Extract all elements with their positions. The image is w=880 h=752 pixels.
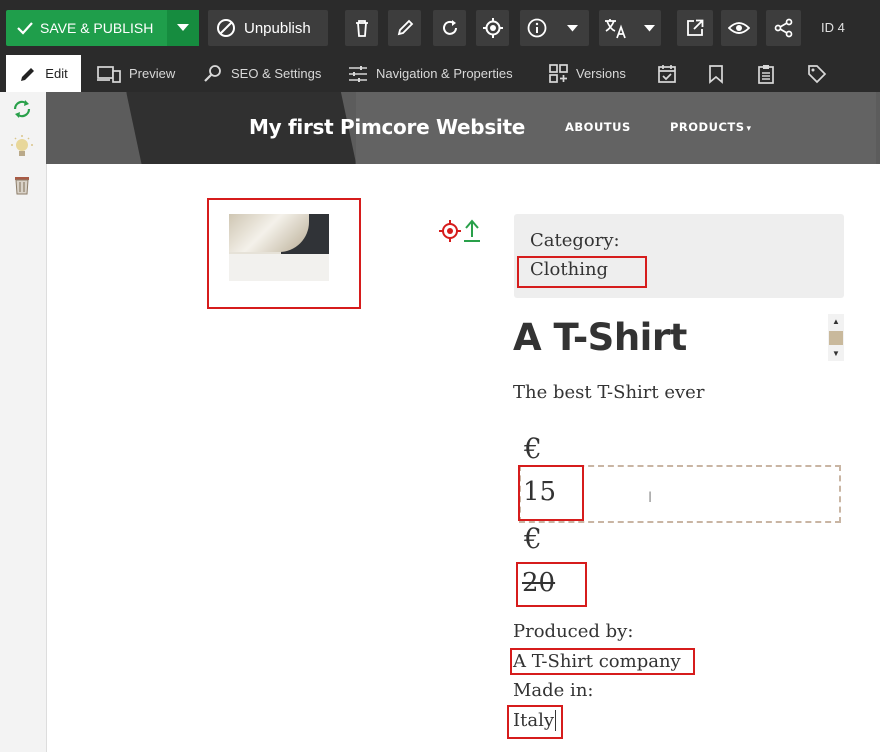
tab-schedule[interactable] — [657, 55, 685, 92]
nav-link-products-label: PRODUCTS — [670, 120, 745, 134]
category-label: Category: — [530, 230, 620, 251]
bookmark-icon — [709, 64, 723, 84]
preview-eye-icon — [728, 22, 750, 34]
save-publish-button[interactable]: SAVE & PUBLISH — [6, 10, 199, 46]
refresh-icon — [13, 100, 31, 118]
delete-button[interactable] — [345, 10, 378, 46]
nav-link-aboutus[interactable]: ABOUTUS — [565, 120, 631, 134]
preview-eye-button[interactable] — [721, 10, 757, 46]
category-value[interactable]: Clothing — [530, 259, 608, 280]
translate-icon — [605, 19, 626, 39]
made-in-label: Made in: — [513, 680, 594, 701]
scroll-up-arrow[interactable]: ▲ — [832, 317, 840, 326]
lightbulb-icon — [11, 135, 33, 156]
tab-versions-label: Versions — [576, 66, 626, 81]
tag-icon — [808, 64, 827, 83]
share-icon — [774, 18, 792, 38]
country-value[interactable]: Italy — [513, 710, 557, 731]
tab-bookmark[interactable] — [708, 55, 732, 92]
caret-down-icon — [177, 24, 189, 31]
target-icon — [482, 18, 503, 38]
info-icon — [527, 18, 547, 38]
text-cursor-icon: I — [648, 490, 653, 506]
target-button[interactable] — [476, 10, 509, 46]
reload-icon — [442, 20, 457, 35]
devices-icon — [97, 65, 121, 83]
hints-button[interactable] — [8, 133, 36, 161]
trash-icon — [15, 177, 29, 195]
site-header: My first Pimcore Website ABOUTUS PRODUCT… — [46, 92, 880, 164]
product-image[interactable] — [229, 214, 329, 281]
info-button[interactable] — [520, 10, 589, 46]
edit-icon — [397, 19, 413, 36]
tab-versions[interactable]: Versions — [549, 55, 626, 92]
tab-navigation-properties[interactable]: Navigation & Properties — [348, 55, 513, 92]
refresh-button[interactable] — [8, 95, 36, 123]
tab-preview[interactable]: Preview — [97, 55, 175, 92]
check-icon — [17, 22, 33, 35]
save-publish-label: SAVE & PUBLISH — [40, 20, 154, 36]
product-title[interactable]: A T-Shirt — [513, 316, 687, 359]
scroll-thumb[interactable] — [829, 331, 843, 345]
product-description[interactable]: The best T-Shirt ever — [513, 382, 704, 403]
nav-link-products[interactable]: PRODUCTS ▾ — [670, 120, 752, 134]
old-price-value[interactable]: 20 — [522, 568, 555, 598]
tab-bar: Edit Preview SEO & Settings Navigation &… — [0, 55, 880, 92]
tab-tags[interactable] — [807, 55, 835, 92]
target-icon[interactable] — [439, 220, 461, 242]
search-gear-icon — [204, 64, 221, 82]
produced-by-label: Produced by: — [513, 621, 634, 642]
sliders-icon — [349, 65, 367, 82]
scrollbar[interactable]: ▲ ▼ — [828, 314, 844, 361]
tab-edit-label: Edit — [45, 66, 68, 81]
caret-down-icon: ▾ — [746, 124, 752, 134]
ban-icon — [217, 19, 235, 37]
site-title[interactable]: My first Pimcore Website — [249, 115, 525, 139]
scroll-down-arrow[interactable]: ▼ — [832, 349, 840, 358]
main-toolbar: SAVE & PUBLISH Unpublish ID 4 — [0, 0, 880, 55]
pencil-icon — [21, 67, 35, 81]
clipboard-icon — [758, 64, 774, 84]
upload-icon[interactable] — [463, 219, 481, 243]
share-button[interactable] — [766, 10, 801, 46]
open-external-button[interactable] — [677, 10, 713, 46]
tab-preview-label: Preview — [129, 66, 176, 81]
document-id: ID 4 — [821, 20, 845, 35]
delete-icon — [355, 20, 368, 37]
tab-seo-settings-label: SEO & Settings — [231, 66, 322, 81]
unpublish-label: Unpublish — [244, 19, 311, 37]
schedule-icon — [658, 64, 676, 83]
tab-navigation-properties-label: Navigation & Properties — [376, 66, 513, 81]
tab-edit[interactable]: Edit — [6, 55, 81, 92]
image-strip — [229, 254, 329, 281]
caret-down-icon — [644, 24, 655, 31]
price-value[interactable]: 15 — [523, 477, 556, 507]
price-currency: € — [524, 432, 542, 465]
open-external-icon — [687, 19, 704, 36]
unpublish-button[interactable]: Unpublish — [208, 10, 328, 46]
caret-down-icon — [567, 24, 578, 31]
editmode-sidebar — [0, 92, 47, 752]
tab-clipboard[interactable] — [757, 55, 783, 92]
translate-button[interactable] — [599, 10, 661, 46]
producer-value[interactable]: A T-Shirt company — [513, 651, 681, 672]
tab-seo-settings[interactable]: SEO & Settings — [203, 55, 321, 92]
reload-button[interactable] — [433, 10, 466, 46]
old-price-currency: € — [524, 522, 542, 555]
save-options-dropdown[interactable] — [167, 10, 199, 46]
trash-button[interactable] — [8, 170, 36, 198]
edit-button[interactable] — [388, 10, 421, 46]
versions-icon — [549, 64, 568, 83]
